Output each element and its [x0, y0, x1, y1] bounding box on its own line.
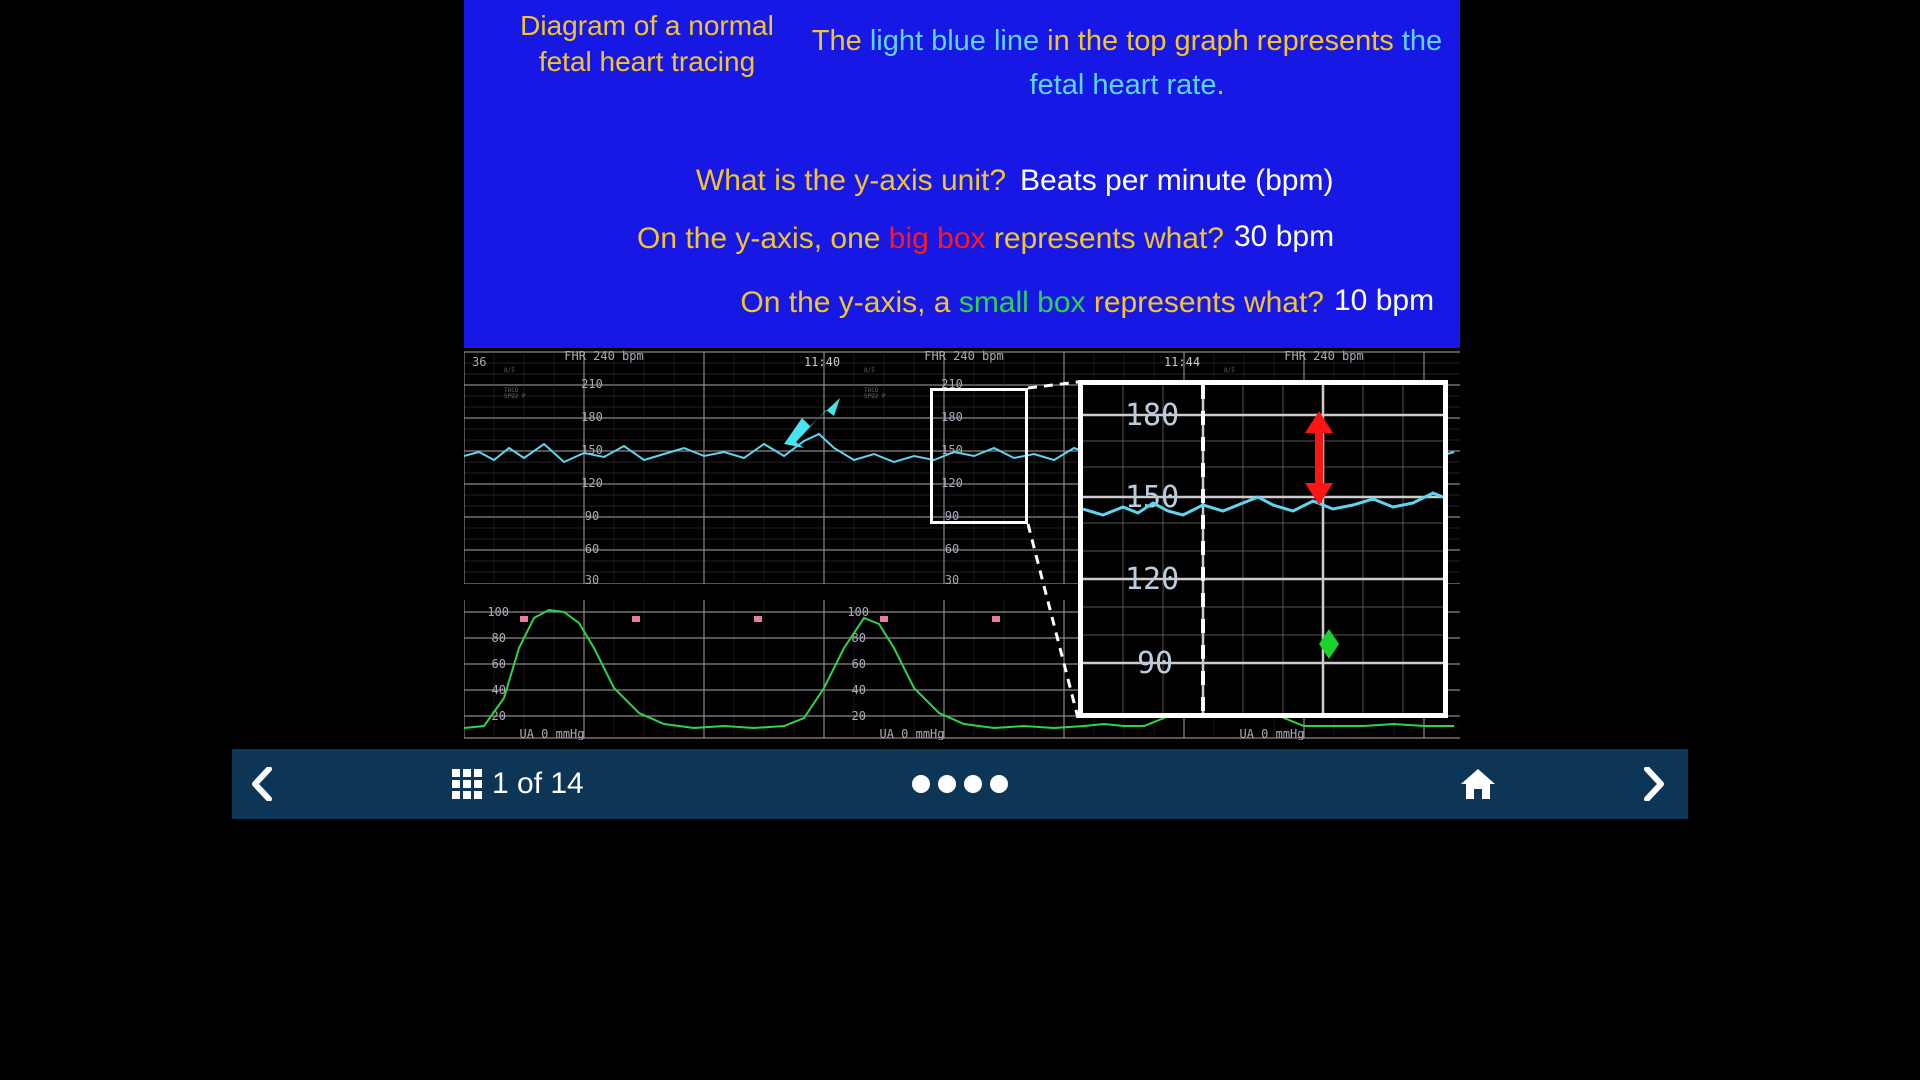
- svg-text:8/5: 8/5: [504, 367, 515, 374]
- question-2: On the y-axis, one big box represents wh…: [484, 222, 1224, 256]
- q2-pre: On the y-axis, one: [637, 222, 889, 255]
- viewer-stage: Diagram of a normal fetal heart tracing …: [232, 0, 1688, 819]
- big-box-arrow-icon: [1301, 411, 1337, 505]
- svg-text:UA 0 mmHg: UA 0 mmHg: [879, 727, 944, 740]
- svg-text:20: 20: [852, 709, 866, 723]
- header-panel: Diagram of a normal fetal heart tracing …: [464, 0, 1460, 348]
- q2-highlight: big box: [889, 222, 986, 255]
- svg-text:40: 40: [492, 683, 506, 697]
- footer-nav: 1 of 14: [232, 749, 1688, 819]
- svg-text:60: 60: [585, 542, 599, 556]
- svg-text:180: 180: [1125, 398, 1179, 433]
- prev-button[interactable]: [232, 754, 292, 814]
- q3-post: represents what?: [1086, 286, 1324, 319]
- answer-3: 10 bpm: [1334, 284, 1534, 318]
- inset-source-box: [930, 388, 1028, 524]
- svg-text:FHR 240 bpm: FHR 240 bpm: [1284, 349, 1363, 363]
- grid-icon: [452, 769, 482, 799]
- svg-text:210: 210: [581, 377, 603, 391]
- home-icon: [1459, 767, 1497, 801]
- svg-text:11:40: 11:40: [804, 355, 840, 369]
- dot-icon: [912, 775, 930, 793]
- next-button[interactable]: [1624, 754, 1684, 814]
- page-indicator[interactable]: 1 of 14: [452, 767, 584, 801]
- svg-text:11:44: 11:44: [1164, 355, 1200, 369]
- dot-icon: [964, 775, 982, 793]
- svg-text:120: 120: [581, 476, 603, 490]
- svg-text:90: 90: [585, 509, 599, 523]
- svg-text:UA 0 mmHg: UA 0 mmHg: [519, 727, 584, 740]
- fhr-pointer-arrow-icon: [782, 398, 842, 448]
- small-box-arrow-icon: [1317, 629, 1341, 659]
- svg-text:90: 90: [1137, 646, 1173, 681]
- fhr-description: The light blue line in the top graph rep…: [802, 20, 1452, 107]
- chevron-right-icon: [1643, 767, 1665, 801]
- fetal-tracing-chart: 36 FHR 240 bpm FHR 240 bpm FHR 240 bpm 1…: [464, 348, 1460, 740]
- svg-text:100: 100: [487, 605, 509, 619]
- slide-title: Diagram of a normal fetal heart tracing: [512, 8, 782, 81]
- svg-text:180: 180: [581, 410, 603, 424]
- dot-icon: [990, 775, 1008, 793]
- q2-post: represents what?: [986, 222, 1224, 255]
- inset-zoom-svg: 180 150 120 90: [1083, 385, 1443, 713]
- desc-highlight-1: light blue line: [870, 25, 1039, 57]
- svg-text:60: 60: [492, 657, 506, 671]
- svg-text:SPO2 P: SPO2 P: [864, 393, 886, 400]
- svg-text:8/5: 8/5: [1224, 367, 1235, 374]
- svg-text:60: 60: [852, 657, 866, 671]
- q3-pre: On the y-axis, a: [740, 286, 958, 319]
- chevron-left-icon: [251, 767, 273, 801]
- question-1: What is the y-axis unit?: [496, 164, 1006, 198]
- question-3: On the y-axis, a small box represents wh…: [484, 286, 1324, 320]
- svg-text:120: 120: [1125, 562, 1179, 597]
- svg-text:36: 36: [472, 355, 486, 369]
- svg-text:UA 0 mmHg: UA 0 mmHg: [1239, 727, 1304, 740]
- progress-dots[interactable]: [912, 775, 1008, 793]
- desc-text: .: [1216, 69, 1224, 101]
- svg-text:60: 60: [945, 542, 959, 556]
- q3-highlight: small box: [959, 286, 1086, 319]
- desc-text: The: [812, 25, 870, 57]
- desc-text: in the top graph represents: [1039, 25, 1402, 57]
- answer-2: 30 bpm: [1234, 220, 1434, 254]
- svg-text:FHR 240 bpm: FHR 240 bpm: [924, 349, 1003, 363]
- page-label: 1 of 14: [492, 767, 584, 801]
- dot-icon: [938, 775, 956, 793]
- inset-zoom-box: 180 150 120 90: [1078, 380, 1448, 718]
- svg-text:FHR 240 bpm: FHR 240 bpm: [564, 349, 643, 363]
- svg-text:80: 80: [492, 631, 506, 645]
- svg-text:SPO2 P: SPO2 P: [504, 393, 526, 400]
- svg-text:8/5: 8/5: [864, 367, 875, 374]
- svg-text:40: 40: [852, 683, 866, 697]
- home-button[interactable]: [1448, 754, 1508, 814]
- answer-1: Beats per minute (bpm): [1020, 164, 1450, 198]
- svg-text:100: 100: [847, 605, 869, 619]
